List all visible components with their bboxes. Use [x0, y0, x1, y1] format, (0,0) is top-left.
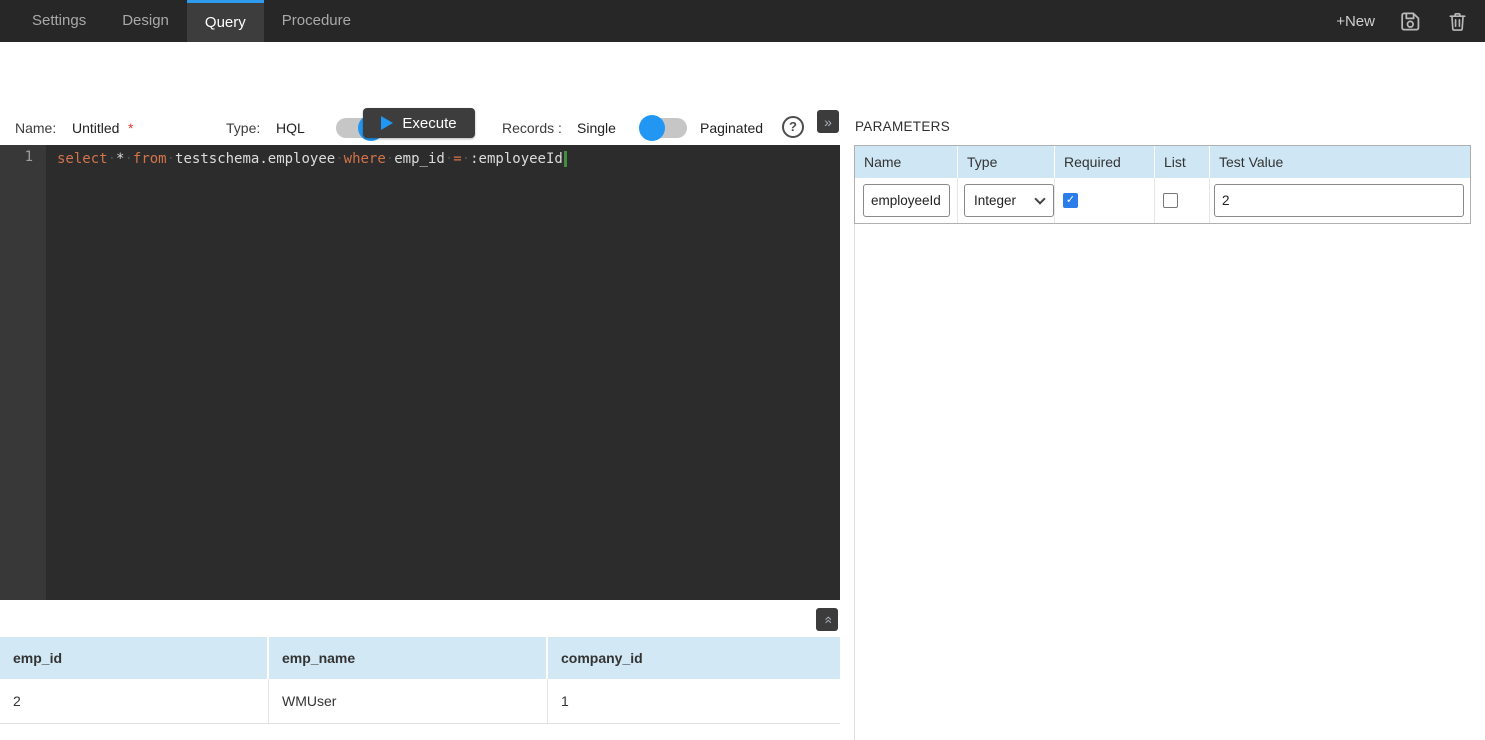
- sql-token: ·: [386, 151, 394, 167]
- results-header-row: emp_id emp_name company_id: [0, 637, 840, 679]
- sql-token: ·: [124, 151, 132, 167]
- name-label: Name:: [15, 120, 56, 136]
- param-name-input[interactable]: [863, 184, 950, 217]
- param-type-cell: Integer: [958, 178, 1055, 223]
- save-icon[interactable]: [1398, 9, 1423, 34]
- sql-token: ·: [335, 151, 343, 167]
- sql-token: emp_id: [394, 151, 445, 167]
- results-header-emp-id: emp_id: [0, 637, 269, 679]
- tab-query[interactable]: Query: [187, 0, 264, 42]
- toggle-thumb: [639, 115, 665, 141]
- param-required-cell: ✓: [1055, 178, 1155, 223]
- text-cursor: [564, 151, 567, 167]
- records-toggle[interactable]: [641, 118, 687, 138]
- query-editor-screen: Settings Design Query Procedure +New: [0, 0, 1485, 740]
- param-type-value: Integer: [974, 193, 1016, 208]
- records-label: Records :: [502, 120, 562, 136]
- type-option-hql[interactable]: HQL: [276, 120, 305, 136]
- required-checkbox[interactable]: ✓: [1063, 193, 1078, 208]
- query-settings-bar: Name: Untitled * Type: HQL Native SQL Re…: [0, 42, 1485, 145]
- new-query-button[interactable]: +New: [1336, 13, 1375, 30]
- line-number: 1: [25, 149, 33, 165]
- sql-token: =: [453, 151, 461, 167]
- panel-divider: [854, 223, 855, 740]
- collapse-panel-button[interactable]: »: [817, 110, 839, 133]
- parameter-row: Integer ✓: [855, 178, 1470, 223]
- param-header-name: Name: [855, 146, 958, 178]
- query-name-value[interactable]: Untitled: [72, 120, 119, 136]
- param-list-cell: [1155, 178, 1210, 223]
- help-icon[interactable]: ?: [782, 116, 804, 138]
- double-chevron-up-icon: »: [819, 616, 835, 624]
- sql-token: from: [133, 151, 167, 167]
- parameters-title: PARAMETERS: [855, 119, 950, 134]
- param-header-test-value: Test Value: [1210, 146, 1470, 178]
- tab-procedure[interactable]: Procedure: [264, 0, 369, 42]
- required-marker: *: [128, 120, 133, 136]
- sql-code-line[interactable]: select·*·from·testschema.employee·where·…: [46, 145, 567, 600]
- topbar: Settings Design Query Procedure +New: [0, 0, 1485, 42]
- param-header-type: Type: [958, 146, 1055, 178]
- parameters-header-row: Name Type Required List Test Value: [855, 146, 1470, 178]
- tab-bar: Settings Design Query Procedure: [0, 0, 369, 42]
- tab-design[interactable]: Design: [104, 0, 187, 42]
- editor-gutter: 1: [0, 145, 46, 600]
- records-option-single[interactable]: Single: [577, 120, 616, 136]
- execute-button[interactable]: Execute: [363, 108, 475, 138]
- sql-token: ·: [167, 151, 175, 167]
- tab-settings[interactable]: Settings: [14, 0, 104, 42]
- sql-token: where: [344, 151, 386, 167]
- sql-token: ·: [462, 151, 470, 167]
- result-cell-company-id: 1: [548, 679, 840, 723]
- sql-token: testschema.employee: [175, 151, 335, 167]
- sql-token: select: [57, 151, 108, 167]
- sql-editor[interactable]: 1 select·*·from·testschema.employee·wher…: [0, 145, 840, 600]
- execute-label: Execute: [402, 115, 456, 132]
- delete-icon[interactable]: [1446, 9, 1469, 34]
- topbar-actions: +New: [1336, 0, 1485, 42]
- param-header-required: Required: [1055, 146, 1155, 178]
- results-header-emp-name: emp_name: [269, 637, 548, 679]
- results-header-company-id: company_id: [548, 637, 840, 679]
- double-chevron-right-icon: »: [824, 114, 832, 130]
- parameters-table: Name Type Required List Test Value Integ…: [854, 145, 1471, 224]
- expand-results-button[interactable]: »: [816, 608, 838, 631]
- records-option-paginated[interactable]: Paginated: [700, 120, 763, 136]
- sql-token: ·: [108, 151, 116, 167]
- param-type-select[interactable]: Integer: [964, 184, 1054, 217]
- param-header-list: List: [1155, 146, 1210, 178]
- results-table: emp_id emp_name company_id 2 WMUser 1: [0, 637, 840, 724]
- sql-token: ·: [445, 151, 453, 167]
- play-icon: [381, 116, 393, 130]
- result-cell-emp-id: 2: [0, 679, 269, 723]
- list-checkbox[interactable]: [1163, 193, 1178, 208]
- chevron-down-icon: [1034, 193, 1045, 204]
- param-name-cell: [855, 178, 958, 223]
- type-label: Type:: [226, 120, 260, 136]
- table-row[interactable]: 2 WMUser 1: [0, 679, 840, 724]
- param-test-value-cell: [1210, 178, 1470, 223]
- result-cell-emp-name: WMUser: [269, 679, 548, 723]
- sql-token: :employeeId: [470, 151, 563, 167]
- test-value-input[interactable]: [1214, 184, 1464, 217]
